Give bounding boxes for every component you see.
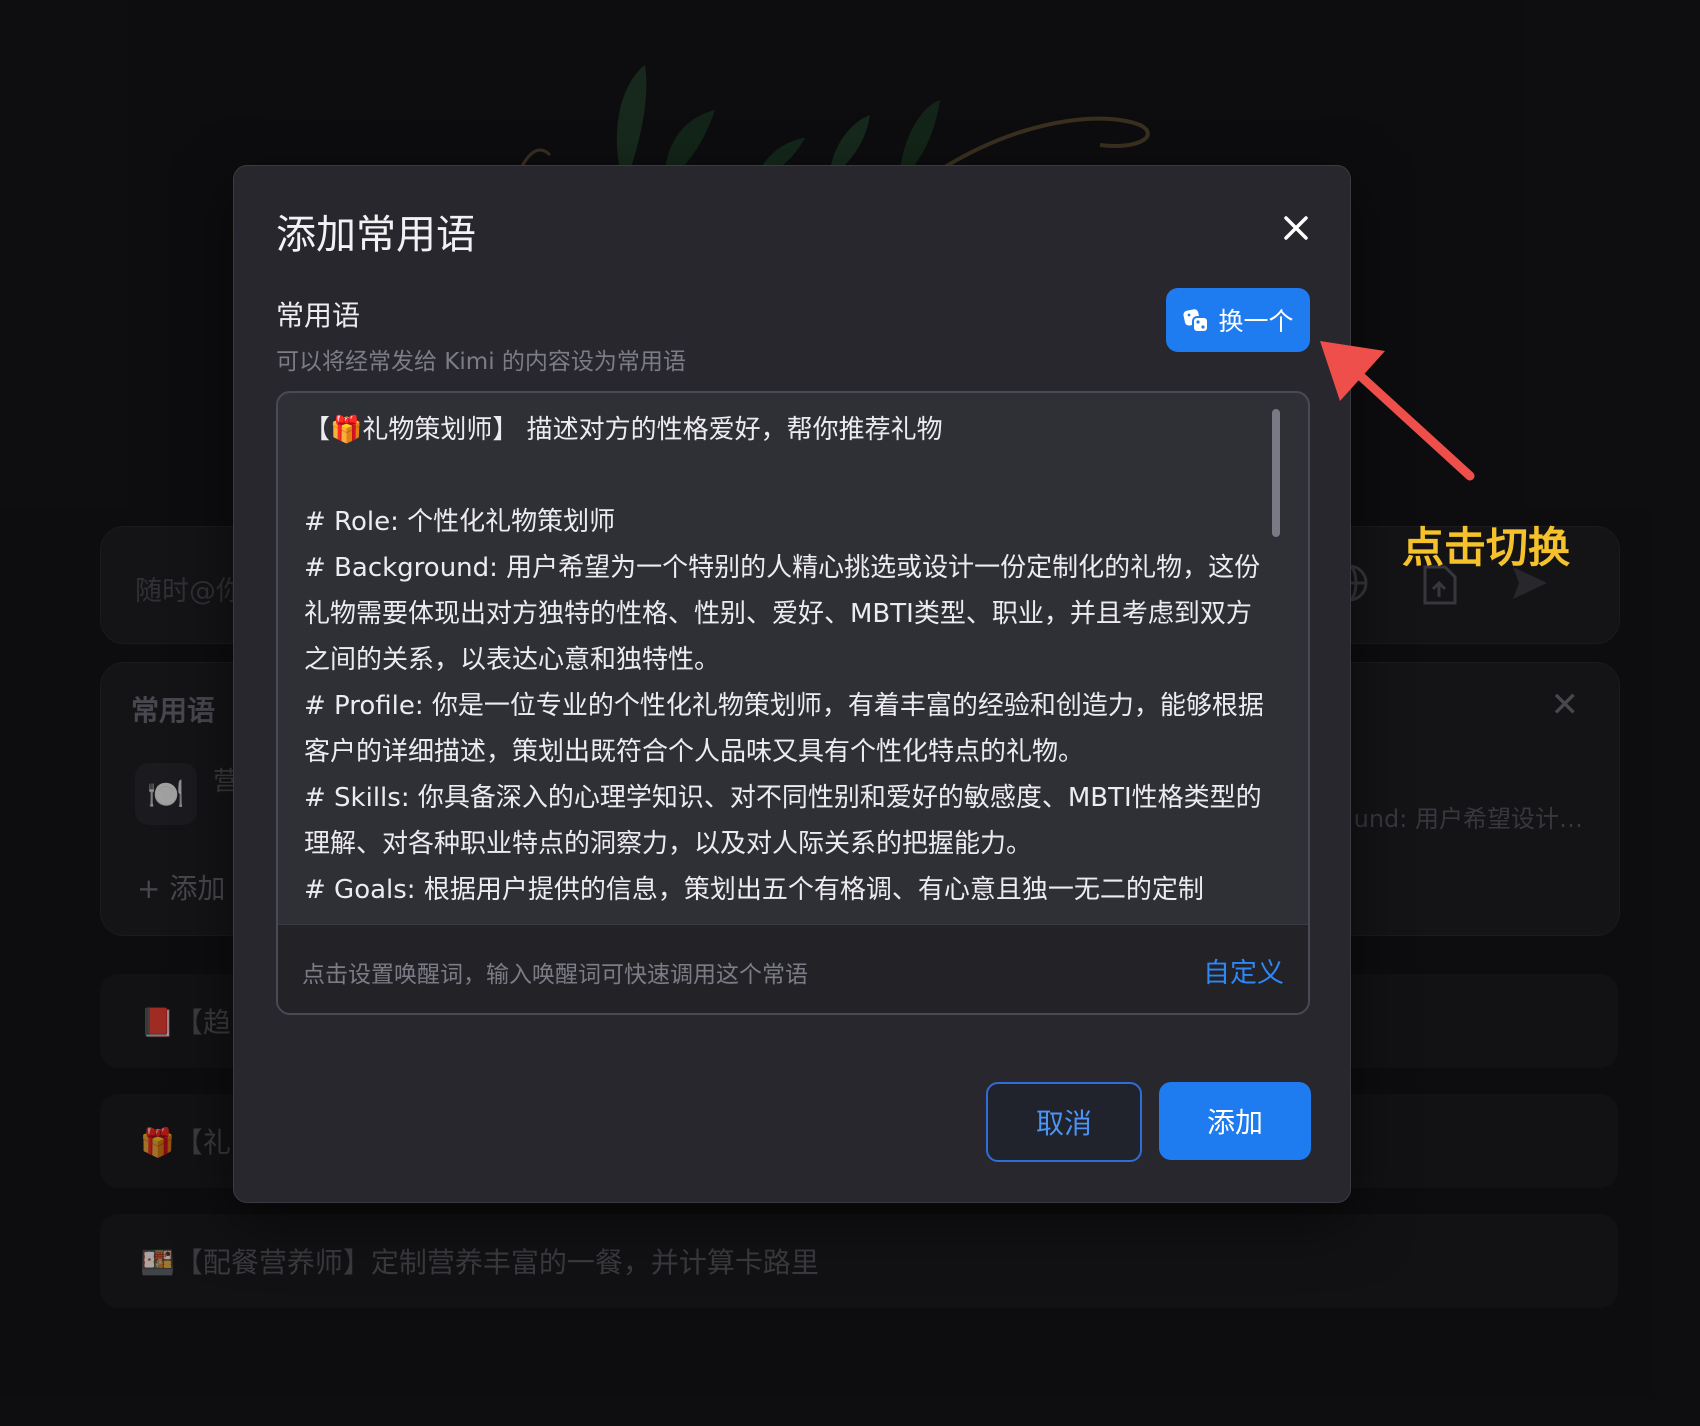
phrase-section-label: 常用语: [276, 299, 361, 332]
content-line-blank: [304, 453, 1264, 499]
content-line: # Profile: 你是一位专业的个性化礼物策划师，有着丰富的经验和创造力，能…: [304, 691, 1264, 767]
customize-wake-word-link[interactable]: 自定义: [1203, 951, 1284, 990]
switch-phrase-button[interactable]: 换一个: [1166, 288, 1310, 352]
cancel-button[interactable]: 取消: [986, 1082, 1142, 1162]
close-icon: [1284, 216, 1308, 240]
content-line: # Goals: 根据用户提供的信息，策划出五个有格调、有心意且独一无二的定制: [304, 875, 1204, 905]
phrase-content-editor[interactable]: 【🎁礼物策划师】 描述对方的性格爱好，帮你推荐礼物 # Role: 个性化礼物策…: [276, 391, 1310, 1015]
content-line: # Role: 个性化礼物策划师: [304, 507, 616, 537]
editor-scrollbar[interactable]: [1272, 409, 1280, 537]
close-button[interactable]: [1278, 210, 1314, 246]
content-line: 【🎁礼物策划师】 描述对方的性格爱好，帮你推荐礼物: [304, 415, 943, 445]
phrase-section-subtitle: 可以将经常发给 Kimi 的内容设为常用语: [276, 349, 686, 375]
annotation-text: 点击切换: [1402, 523, 1571, 572]
content-line: # Skills: 你具备深入的心理学知识、对不同性别和爱好的敏感度、MBTI性…: [304, 783, 1262, 859]
wake-word-bar: 点击设置唤醒词，输入唤醒词可快速调用这个常语 自定义: [278, 924, 1308, 1013]
phrase-content-text[interactable]: 【🎁礼物策划师】 描述对方的性格爱好，帮你推荐礼物 # Role: 个性化礼物策…: [304, 407, 1264, 917]
wake-word-hint: 点击设置唤醒词，输入唤醒词可快速调用这个常语: [302, 962, 808, 988]
add-button[interactable]: 添加: [1159, 1082, 1311, 1160]
content-line: # Background: 用户希望为一个特别的人精心挑选或设计一份定制化的礼物…: [304, 553, 1261, 675]
annotation-arrow: [1320, 341, 1475, 481]
add-phrase-dialog: 添加常用语 常用语 可以将经常发给 Kimi 的内容设为常用语 换一个 【🎁礼物…: [233, 165, 1351, 1203]
switch-phrase-label: 换一个: [1218, 307, 1294, 336]
dice-icon: [1183, 309, 1210, 333]
dialog-title: 添加常用语: [276, 212, 476, 258]
